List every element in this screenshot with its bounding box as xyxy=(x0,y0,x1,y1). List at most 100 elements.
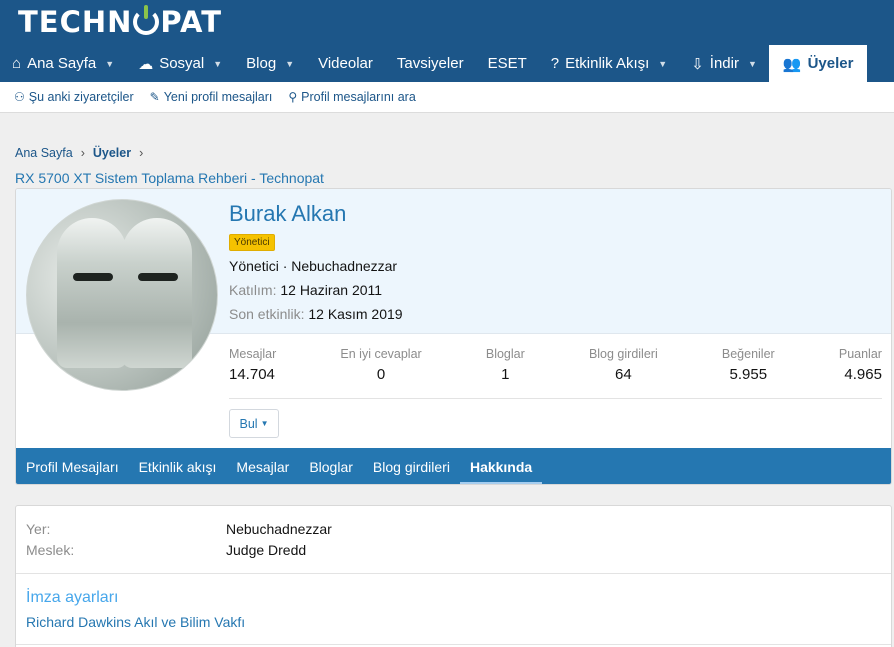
joined-info: Katılım: 12 Haziran 2011 xyxy=(229,282,382,298)
stat-label: Beğeniler xyxy=(721,347,775,361)
power-icon xyxy=(133,5,160,35)
breadcrumb-members[interactable]: Üyeler xyxy=(93,146,131,160)
about-key: Yer: xyxy=(26,521,51,537)
chevron-down-icon[interactable]: ▼ xyxy=(748,59,757,69)
nav-item-download[interactable]: ⇩ İndir ▼ xyxy=(679,45,769,82)
stats-divider xyxy=(229,398,882,399)
users-icon: 👥 xyxy=(782,55,802,73)
about-value[interactable]: Nebuchadnezzar xyxy=(226,521,332,537)
avatar-figure xyxy=(57,218,127,368)
subnav-search-profile-posts[interactable]: ⚲ Profil mesajlarını ara xyxy=(288,90,415,104)
breadcrumb-home[interactable]: Ana Sayfa xyxy=(15,146,73,160)
logo-text-right: PAT xyxy=(160,5,222,39)
home-icon: ⌂ xyxy=(12,55,22,72)
tab-profile-posts[interactable]: Profil Mesajları xyxy=(16,448,129,484)
stat-best-answers: En iyi cevaplar 0 xyxy=(340,347,421,383)
tab-blogs[interactable]: Bloglar xyxy=(299,448,363,484)
about-key: Meslek: xyxy=(26,542,75,558)
signature-title: İmza ayarları xyxy=(26,589,119,606)
about-row-location: Yer: Nebuchadnezzar xyxy=(26,521,332,537)
stat-points[interactable]: Puanlar 4.965 xyxy=(839,347,882,383)
stat-messages[interactable]: Mesajlar 14.704 xyxy=(229,347,276,383)
logo-text-left: TECHN xyxy=(18,5,133,39)
chevron-right-icon: › xyxy=(80,146,85,160)
about-row-occupation: Meslek: Judge Dredd xyxy=(26,542,306,558)
find-button[interactable]: Bul ▼ xyxy=(229,409,279,438)
subnav-label: Profil mesajlarını ara xyxy=(301,90,416,104)
site-logo[interactable]: TECHN PAT xyxy=(18,5,222,39)
nav-item-videos[interactable]: Videolar xyxy=(306,45,385,82)
signature-link[interactable]: Richard Dawkins Akıl ve Bilim Vakfı xyxy=(26,614,245,630)
stat-blog-entries[interactable]: Blog girdileri 64 xyxy=(589,347,658,383)
nav-item-social[interactable]: ☁ Sosyal ▼ xyxy=(126,45,234,82)
stat-value: 0 xyxy=(376,366,386,383)
nav-item-blog[interactable]: Blog ▼ xyxy=(234,45,306,82)
avatar-figure xyxy=(122,218,192,368)
stat-label: Blog girdileri xyxy=(588,347,658,361)
breadcrumb: Ana Sayfa › Üyeler › xyxy=(15,146,151,160)
stat-value: 64 xyxy=(614,366,632,383)
tab-messages[interactable]: Mesajlar xyxy=(226,448,299,484)
nav-label: Ana Sayfa xyxy=(27,55,97,72)
stat-label: Mesajlar xyxy=(229,347,277,361)
chevron-down-icon: ▼ xyxy=(260,419,269,428)
stat-blogs[interactable]: Bloglar 1 xyxy=(486,347,525,383)
nav-label: Etkinlik Akışı xyxy=(565,55,650,72)
main-nav: ⌂ Ana Sayfa ▼ ☁ Sosyal ▼ Blog ▼ Videolar… xyxy=(0,45,894,82)
about-panel: Yer: Nebuchadnezzar Meslek: Judge Dredd İm… xyxy=(15,505,892,647)
chevron-down-icon[interactable]: ▼ xyxy=(658,59,667,69)
nav-label: ESET xyxy=(487,55,527,72)
subnav-current-visitors[interactable]: ⚇ Şu anki ziyaretçiler xyxy=(14,90,134,104)
lightbulb-icon: ? xyxy=(550,55,560,72)
nav-label: İndir xyxy=(709,55,739,72)
find-button-label: Bul xyxy=(239,416,258,431)
about-value: Judge Dredd xyxy=(226,542,307,558)
avatar-shades xyxy=(73,273,113,281)
about-divider xyxy=(16,644,891,645)
stat-label: Bloglar xyxy=(485,347,525,361)
last-activity-info: Son etkinlik: 12 Kasım 2019 xyxy=(229,306,403,322)
nav-label: Blog xyxy=(246,55,277,72)
user-title: Yönetici · Nebuchadnezzar xyxy=(229,258,398,274)
tab-about[interactable]: Hakkında xyxy=(459,448,543,484)
nav-label: Videolar xyxy=(318,55,373,72)
avatar[interactable] xyxy=(26,199,218,391)
stat-likes[interactable]: Beğeniler 5.955 xyxy=(722,347,775,383)
profile-card: Burak Alkan Yönetici Yönetici · Nebuchad… xyxy=(15,188,892,485)
nav-item-home[interactable]: ⌂ Ana Sayfa ▼ xyxy=(0,45,126,82)
role-badge: Yönetici xyxy=(229,234,275,251)
stat-label: En iyi cevaplar xyxy=(340,347,422,361)
profile-stats: Mesajlar 14.704 En iyi cevaplar 0 Blogla… xyxy=(229,347,882,383)
stat-value: 5.955 xyxy=(729,366,768,383)
comments-icon: ☁ xyxy=(138,55,154,73)
username[interactable]: Burak Alkan xyxy=(229,201,346,227)
chevron-down-icon[interactable]: ▼ xyxy=(105,59,114,69)
page-link[interactable]: RX 5700 XT Sistem Toplama Rehberi - Tech… xyxy=(15,170,324,186)
search-user-icon: ⚲ xyxy=(288,90,298,104)
chevron-down-icon[interactable]: ▼ xyxy=(285,59,294,69)
stat-value: 4.965 xyxy=(844,366,882,383)
nav-item-recommendations[interactable]: Tavsiyeler xyxy=(385,45,476,82)
last-activity-value: 12 Kasım 2019 xyxy=(308,306,403,322)
user-plus-icon: ⚇ xyxy=(14,90,25,104)
stat-value: 14.704 xyxy=(229,366,275,383)
stat-value: 1 xyxy=(501,366,510,383)
nav-label: Sosyal xyxy=(159,55,205,72)
nav-label: Üyeler xyxy=(807,55,854,72)
tab-blog-entries[interactable]: Blog girdileri xyxy=(363,448,460,484)
nav-item-eset[interactable]: ESET xyxy=(476,45,539,82)
chevron-down-icon[interactable]: ▼ xyxy=(213,59,222,69)
site-header: TECHN PAT ⌂ Ana Sayfa ▼ ☁ Sosyal ▼ Blog … xyxy=(0,0,894,82)
sub-nav: ⚇ Şu anki ziyaretçiler ✎ Yeni profil mes… xyxy=(0,82,894,113)
nav-item-activity[interactable]: ? Etkinlik Akışı ▼ xyxy=(539,45,679,82)
subnav-new-profile-posts[interactable]: ✎ Yeni profil mesajları xyxy=(150,90,273,104)
nav-label: Tavsiyeler xyxy=(396,55,464,72)
subnav-label: Şu anki ziyaretçiler xyxy=(28,90,134,104)
tab-activity[interactable]: Etkinlik akışı xyxy=(129,448,227,484)
nav-item-members[interactable]: 👥 Üyeler xyxy=(768,45,868,82)
profile-tabs: Profil Mesajları Etkinlik akışı Mesajlar… xyxy=(16,448,891,484)
download-icon: ⇩ xyxy=(691,55,704,73)
avatar-shades xyxy=(138,273,178,281)
subnav-label: Yeni profil mesajları xyxy=(163,90,273,104)
joined-label: Katılım: xyxy=(229,282,277,298)
